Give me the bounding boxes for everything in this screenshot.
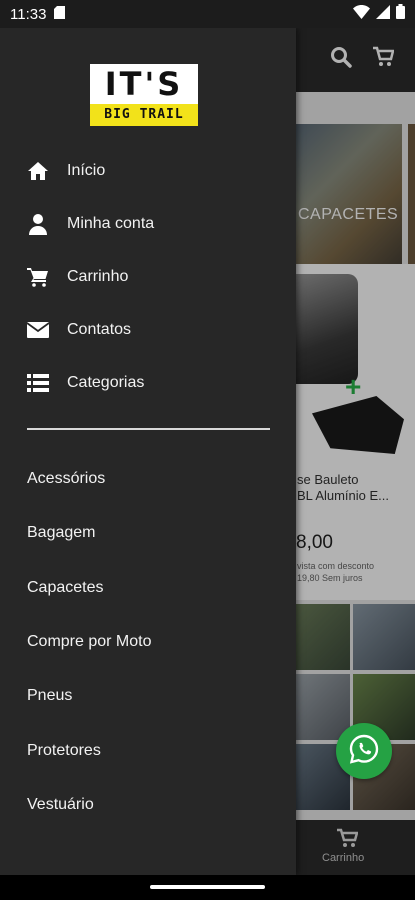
brand-logo[interactable]: IT'S BIG TRAIL <box>90 64 198 128</box>
menu-item-categorias[interactable]: Categorias <box>0 356 296 409</box>
envelope-icon <box>26 318 50 342</box>
menu-item-label: Carrinho <box>67 267 129 285</box>
wifi-icon <box>353 4 370 24</box>
category-list: Acessórios Bagagem Capacetes Compre por … <box>0 452 296 832</box>
home-gesture-handle[interactable] <box>150 885 265 889</box>
menu-item-label: Contatos <box>67 320 132 338</box>
drawer-menu: Início Minha conta Carrinho Contatos Cat… <box>0 144 296 409</box>
category-item[interactable]: Acessórios <box>0 452 296 506</box>
signal-icon <box>376 4 390 24</box>
menu-item-label: Minha conta <box>67 214 155 232</box>
cart-icon <box>26 265 50 289</box>
list-icon <box>26 371 50 395</box>
home-icon <box>26 159 50 183</box>
sd-card-icon <box>54 5 66 23</box>
whatsapp-icon <box>348 733 380 770</box>
category-item[interactable]: Bagagem <box>0 506 296 560</box>
menu-item-carrinho[interactable]: Carrinho <box>0 250 296 303</box>
category-item[interactable]: Capacetes <box>0 561 296 615</box>
menu-item-label: Categorias <box>67 373 145 391</box>
menu-item-contatos[interactable]: Contatos <box>0 303 296 356</box>
category-item[interactable]: Pneus <box>0 669 296 723</box>
status-bar: 11:33 <box>0 0 415 28</box>
menu-item-label: Início <box>67 161 106 179</box>
logo-text-bottom: BIG TRAIL <box>90 104 198 126</box>
category-item[interactable]: Vestuário <box>0 778 296 832</box>
category-item[interactable]: Protetores <box>0 723 296 777</box>
status-time: 11:33 <box>10 5 47 23</box>
category-item[interactable]: Compre por Moto <box>0 615 296 669</box>
navigation-drawer: IT'S BIG TRAIL Início Minha conta Carrin… <box>0 28 296 875</box>
menu-item-inicio[interactable]: Início <box>0 144 296 197</box>
menu-item-minha-conta[interactable]: Minha conta <box>0 197 296 250</box>
whatsapp-button[interactable] <box>336 723 392 779</box>
menu-divider <box>27 428 270 430</box>
system-navigation-bar <box>0 875 415 900</box>
logo-text-top: IT'S <box>90 64 198 104</box>
user-icon <box>26 212 50 236</box>
battery-icon <box>396 4 405 24</box>
